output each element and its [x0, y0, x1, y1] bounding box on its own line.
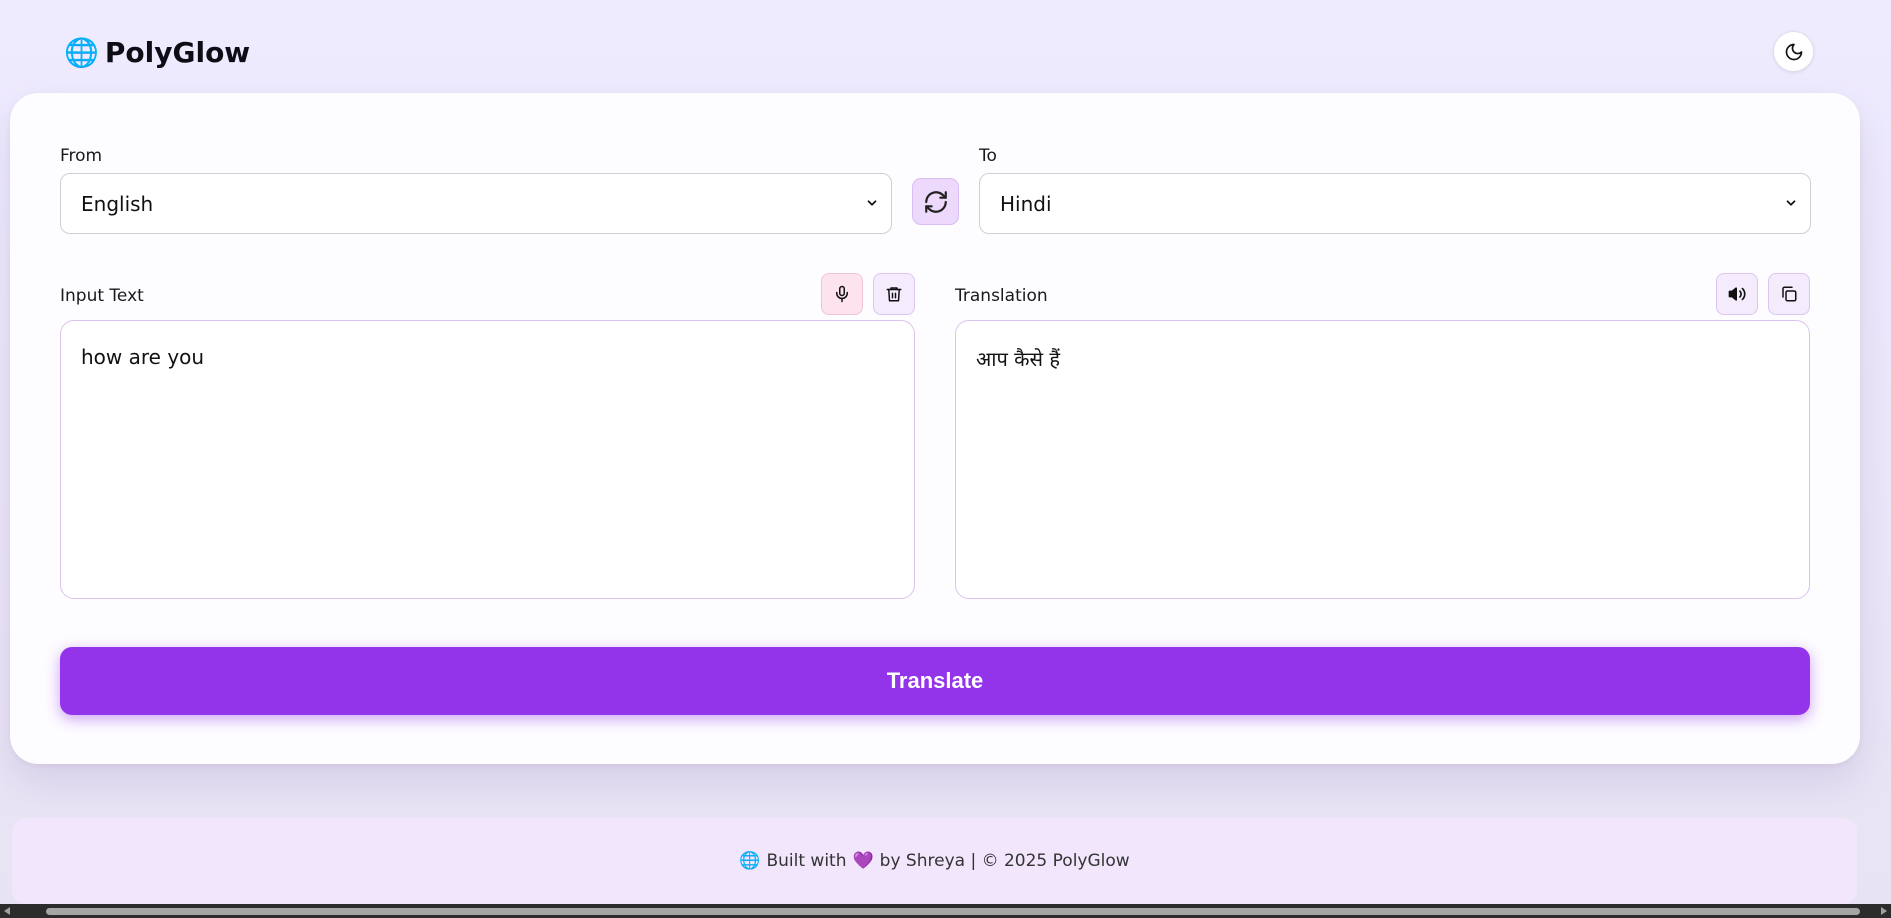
moon-icon: [1785, 43, 1802, 60]
from-language-select[interactable]: English: [60, 173, 892, 234]
clear-input-button[interactable]: [873, 273, 915, 315]
scroll-right-arrow-icon[interactable]: [1881, 907, 1887, 915]
heart-icon: 💜: [852, 851, 874, 871]
translator-card: From English To Hindi Input Text how are…: [10, 93, 1860, 764]
copy-translation-button[interactable]: [1768, 273, 1810, 315]
swap-languages-button[interactable]: [912, 178, 959, 225]
theme-toggle-button[interactable]: [1773, 31, 1814, 72]
app-header: 🌐 PolyGlow: [0, 0, 1891, 92]
chevron-down-icon: [1786, 200, 1796, 206]
scroll-left-arrow-icon[interactable]: [4, 907, 10, 915]
input-text-label: Input Text: [60, 286, 144, 306]
translate-button[interactable]: Translate: [60, 647, 1810, 715]
app-title: PolyGlow: [104, 36, 251, 69]
translation-output: आप कैसे हैं: [955, 320, 1810, 599]
speaker-icon: [1728, 287, 1746, 301]
horizontal-scrollbar[interactable]: [0, 904, 1891, 918]
from-label: From: [60, 146, 103, 166]
input-text-value: how are you: [81, 345, 205, 369]
translation-text-value: आप कैसे हैं: [976, 347, 1061, 371]
footer-built-with: Built with: [766, 851, 847, 871]
speak-translation-button[interactable]: [1716, 273, 1758, 315]
chevron-down-icon: [867, 200, 877, 206]
from-language-value: English: [81, 191, 154, 216]
globe-icon: 🌐: [64, 36, 99, 69]
to-label: To: [979, 146, 997, 166]
microphone-icon: [836, 285, 848, 303]
trash-icon: [886, 287, 902, 302]
footer: 🌐 Built with 💜 by Shreya | © 2025 PolyGl…: [12, 818, 1857, 904]
swap-arrows-icon: [924, 190, 947, 213]
microphone-button[interactable]: [821, 273, 863, 315]
input-textarea[interactable]: how are you: [60, 320, 915, 599]
footer-credit: by Shreya | © 2025 PolyGlow: [879, 851, 1130, 871]
translation-label: Translation: [955, 286, 1048, 306]
copy-icon: [1782, 286, 1797, 302]
to-language-value: Hindi: [1000, 191, 1052, 216]
globe-icon: 🌐: [739, 851, 761, 871]
to-language-select[interactable]: Hindi: [979, 173, 1811, 234]
scrollbar-thumb[interactable]: [46, 908, 1860, 915]
brand: 🌐 PolyGlow: [64, 36, 250, 70]
